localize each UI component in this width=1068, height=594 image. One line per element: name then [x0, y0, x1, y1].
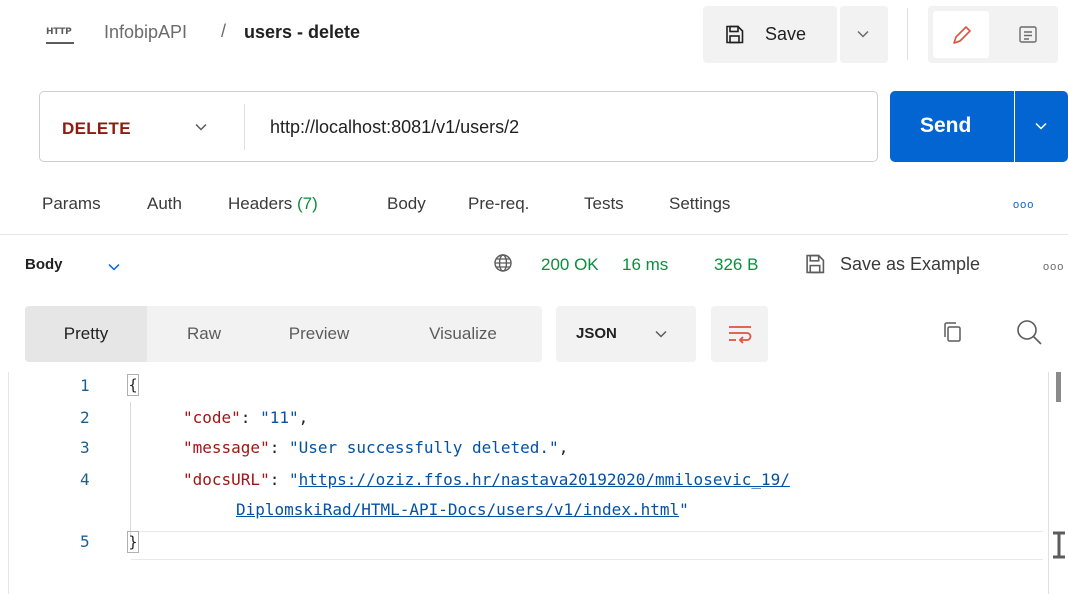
- tab-params[interactable]: Params: [42, 194, 101, 214]
- vertical-scrollbar-thumb[interactable]: [1056, 372, 1061, 402]
- tab-visualize[interactable]: Visualize: [409, 306, 517, 362]
- section-divider: [0, 234, 1068, 235]
- vertical-scrollbar-track[interactable]: [1048, 372, 1049, 594]
- line-number: 1: [80, 376, 90, 395]
- breadcrumb-request-name[interactable]: users - delete: [244, 22, 360, 43]
- save-options-button[interactable]: [840, 6, 888, 63]
- wrap-lines-icon: [729, 326, 752, 344]
- tab-pre-request[interactable]: Pre-req.: [468, 194, 529, 214]
- save-as-example-button[interactable]: Save as Example: [840, 254, 980, 275]
- save-icon: [726, 25, 744, 44]
- docs-url-link-continued[interactable]: DiplomskiRad/HTML-API-Docs/users/v1/inde…: [236, 500, 679, 519]
- response-section-select[interactable]: Body: [25, 256, 63, 273]
- send-label: Send: [920, 114, 972, 137]
- copy-icon[interactable]: [941, 320, 963, 344]
- json-key: "code": [183, 408, 241, 427]
- text-cursor-icon: [1053, 531, 1065, 559]
- view-mode-toggle: [928, 6, 1058, 63]
- response-time[interactable]: 16 ms: [622, 255, 668, 275]
- send-button[interactable]: Send: [890, 91, 1014, 162]
- search-icon[interactable]: [1015, 318, 1043, 346]
- document-icon: [1019, 26, 1037, 43]
- tab-settings[interactable]: Settings: [669, 194, 730, 214]
- url-bar: DELETE http://localhost:8081/v1/users/2: [39, 91, 878, 162]
- tab-auth[interactable]: Auth: [147, 194, 182, 214]
- edit-mode-button[interactable]: [933, 11, 989, 58]
- wrap-lines-button[interactable]: [711, 306, 768, 362]
- http-icon: HTTP: [46, 24, 74, 44]
- response-size[interactable]: 326 B: [714, 255, 758, 275]
- open-brace: {: [127, 374, 139, 396]
- code-line: "docsURL": "https://oziz.ffos.hr/nastava…: [183, 470, 790, 489]
- save-icon: [806, 254, 825, 274]
- chevron-down-icon[interactable]: [195, 123, 207, 131]
- code-line: "code": "11",: [183, 408, 309, 427]
- send-options-button[interactable]: [1015, 91, 1068, 162]
- tab-headers-label: Headers: [228, 194, 293, 213]
- response-more-icon[interactable]: ooo: [1043, 261, 1064, 273]
- json-key: "docsURL": [183, 470, 270, 489]
- tab-headers[interactable]: Headers (7): [228, 194, 318, 214]
- json-value: "User successfully deleted.": [288, 438, 559, 457]
- format-select[interactable]: JSON: [556, 306, 696, 362]
- globe-icon[interactable]: [493, 253, 513, 273]
- json-key: "message": [183, 438, 270, 457]
- json-value: "11": [260, 408, 299, 427]
- save-button[interactable]: Save: [703, 6, 837, 63]
- code-line-wrapped: DiplomskiRad/HTML-API-Docs/users/v1/inde…: [236, 500, 689, 519]
- tab-tests[interactable]: Tests: [584, 194, 624, 214]
- url-input[interactable]: http://localhost:8081/v1/users/2: [270, 117, 519, 138]
- url-divider: [244, 104, 245, 150]
- line-number: 4: [80, 470, 90, 489]
- request-tabs: Params Auth Headers (7) Body Pre-req. Te…: [0, 188, 1068, 228]
- docs-url-link[interactable]: https://oziz.ffos.hr/nastava20192020/mmi…: [299, 470, 790, 489]
- chevron-down-icon: [857, 30, 869, 38]
- close-brace: }: [127, 531, 139, 553]
- tab-preview[interactable]: Preview: [271, 306, 367, 362]
- tab-raw[interactable]: Raw: [163, 306, 245, 362]
- tab-body[interactable]: Body: [387, 194, 426, 214]
- response-body-editor[interactable]: 1 2 3 4 5 { "code": "11", "message": "Us…: [0, 372, 1068, 594]
- headers-count: (7): [297, 194, 318, 213]
- response-view-tabs: Pretty Raw Preview Visualize: [25, 306, 542, 362]
- status-code[interactable]: 200 OK: [541, 255, 599, 275]
- save-label: Save: [765, 24, 807, 44]
- chevron-down-icon: [655, 330, 667, 338]
- format-label: JSON: [576, 325, 617, 342]
- pencil-icon: [953, 26, 971, 44]
- breadcrumb-separator: /: [221, 21, 227, 41]
- chevron-down-icon[interactable]: [108, 263, 120, 271]
- toolbar-divider: [907, 8, 908, 60]
- chevron-down-icon: [1035, 122, 1047, 130]
- request-header: HTTP InfobipAPI / users - delete Save: [0, 0, 1068, 76]
- line-number: 2: [80, 408, 90, 427]
- http-method-select[interactable]: DELETE: [62, 119, 131, 139]
- line-number: 3: [80, 438, 90, 457]
- line-number: 5: [80, 532, 90, 551]
- breadcrumb-collection[interactable]: InfobipAPI: [104, 22, 187, 43]
- code-line: "message": "User successfully deleted.",: [183, 438, 569, 457]
- more-tabs-icon[interactable]: ooo: [1013, 199, 1034, 211]
- tab-pretty[interactable]: Pretty: [25, 306, 147, 362]
